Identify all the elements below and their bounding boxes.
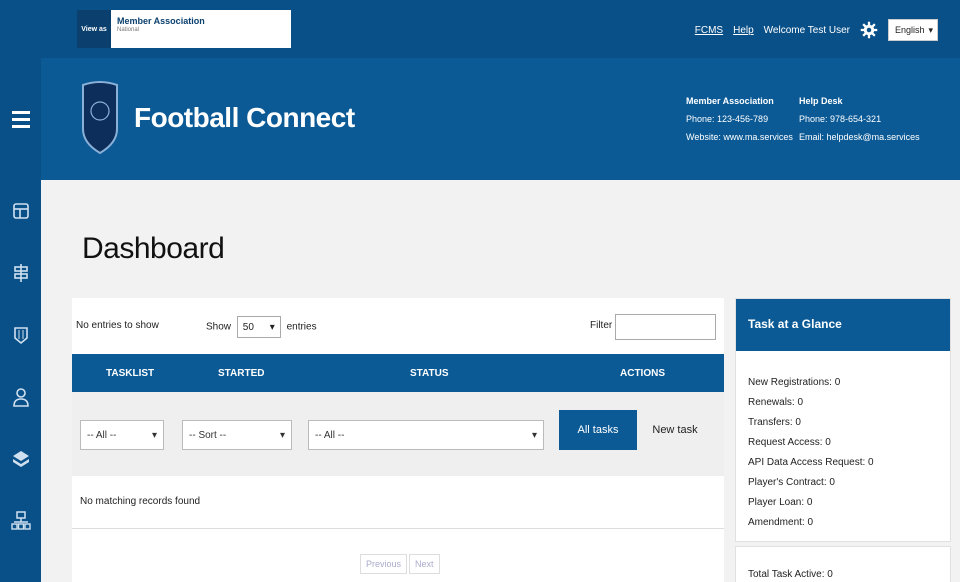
chevron-down-icon: ▾ — [269, 321, 275, 333]
helpdesk-email[interactable]: Email: helpdesk@ma.services — [799, 128, 920, 146]
total-task-active: Total Task Active: 0 — [748, 569, 833, 580]
chevron-down-icon: ▾ — [279, 429, 285, 441]
contact-member-association: Member Association Phone: 123-456-789 We… — [686, 92, 793, 146]
glance-item[interactable]: Renewals: 0 — [748, 393, 950, 413]
glance-item[interactable]: Request Access: 0 — [748, 433, 950, 453]
glance-item[interactable]: Transfers: 0 — [748, 413, 950, 433]
nav-item-signpost[interactable] — [0, 242, 41, 304]
contact-website[interactable]: Website: www.ma.services — [686, 128, 793, 146]
left-nav — [0, 58, 41, 582]
tasklist-filter-value: -- All -- — [87, 429, 117, 441]
org-chart-icon — [10, 511, 31, 530]
all-tasks-button[interactable]: All tasks — [559, 410, 637, 450]
brand-header: Football Connect Member Association Phon… — [41, 58, 960, 180]
chevron-down-icon: ▾ — [531, 429, 537, 441]
task-table-card: No entries to show Show 50 ▾ entries Fil… — [72, 298, 724, 582]
signpost-icon — [13, 264, 28, 282]
entries-label: entries — [286, 321, 317, 333]
glance-title: Task at a Glance — [736, 299, 950, 351]
brand-name[interactable]: Football Connect — [134, 102, 355, 134]
previous-page-button[interactable]: Previous — [360, 554, 408, 574]
new-task-button[interactable]: New task — [640, 410, 710, 450]
fcms-link[interactable]: FCMS — [695, 25, 723, 36]
contact-help-desk: Help Desk Phone: 978-654-321 Email: help… — [799, 92, 920, 146]
column-header-tasklist[interactable]: TASKLIST — [106, 368, 154, 379]
welcome-text: Welcome Test User — [763, 24, 850, 36]
help-link[interactable]: Help — [733, 25, 754, 36]
divider — [72, 528, 724, 529]
filter-label: Filter — [590, 320, 613, 331]
next-page-button[interactable]: Next — [409, 554, 440, 574]
filter-input[interactable] — [615, 314, 716, 340]
helpdesk-phone: Phone: 978-654-321 — [799, 114, 882, 124]
column-header-started[interactable]: STARTED — [218, 368, 264, 379]
dashboard-icon — [12, 203, 29, 219]
glance-item[interactable]: API Data Access Request: 0 — [748, 453, 950, 473]
glance-item[interactable]: Amendment: 0 — [748, 513, 950, 533]
pagination: Previous Next — [360, 554, 440, 574]
entries-per-page-value: 50 — [242, 321, 254, 333]
total-task-panel: Total Task Active: 0 — [735, 546, 951, 582]
glance-list: New Registrations: 0 Renewals: 0 Transfe… — [736, 351, 950, 533]
kit-icon — [13, 327, 28, 345]
started-sort-select[interactable]: -- Sort -- ▾ — [182, 420, 292, 450]
chevron-down-icon: ▾ — [928, 24, 933, 35]
shield-logo-icon[interactable] — [80, 79, 120, 155]
empty-table-message: No matching records found — [80, 496, 201, 507]
nav-item-org-chart[interactable] — [0, 490, 41, 552]
filter-row: -- All -- ▾ -- Sort -- ▾ -- All -- ▾ All… — [72, 392, 724, 476]
column-header-status[interactable]: STATUS — [410, 368, 449, 379]
glance-item[interactable]: Player Loan: 0 — [748, 493, 950, 513]
app-window: View as Member Association National FCMS… — [0, 0, 960, 582]
person-icon — [12, 388, 29, 407]
glance-item[interactable]: New Registrations: 0 — [748, 373, 950, 393]
task-at-a-glance-panel: Task at a Glance New Registrations: 0 Re… — [735, 298, 951, 542]
menu-icon — [11, 111, 30, 128]
table-header: TASKLIST STARTED STATUS ACTIONS — [72, 354, 724, 392]
nav-item-person[interactable] — [0, 366, 41, 428]
nav-item-dashboard[interactable] — [0, 180, 41, 242]
top-links: FCMS Help Welcome Test User English ▾ — [695, 16, 938, 44]
contact-phone: Phone: 123-456-789 — [686, 114, 769, 124]
member-association-name: Member Association — [117, 16, 205, 26]
view-as-label: View as — [77, 10, 111, 48]
status-filter-value: -- All -- — [315, 429, 345, 441]
cube-icon — [12, 451, 29, 467]
nav-item-kit[interactable] — [0, 304, 41, 366]
menu-button[interactable] — [0, 58, 41, 180]
view-as-text: Member Association National — [111, 10, 205, 48]
column-header-actions: ACTIONS — [620, 368, 665, 379]
contact-heading: Member Association — [686, 96, 774, 106]
gear-icon[interactable] — [860, 21, 878, 39]
top-bar: View as Member Association National FCMS… — [0, 0, 960, 58]
started-sort-value: -- Sort -- — [189, 429, 227, 441]
chevron-down-icon: ▾ — [151, 429, 157, 441]
language-value: English — [895, 25, 925, 35]
tasklist-filter-select[interactable]: -- All -- ▾ — [80, 420, 164, 450]
status-filter-select[interactable]: -- All -- ▾ — [308, 420, 544, 450]
glance-item[interactable]: Player's Contract: 0 — [748, 473, 950, 493]
view-as-selector[interactable]: View as Member Association National — [77, 10, 291, 48]
helpdesk-heading: Help Desk — [799, 96, 843, 106]
nav-item-cube[interactable] — [0, 428, 41, 490]
show-entries-control: Show 50 ▾ entries — [206, 316, 317, 338]
member-association-sub: National — [117, 27, 140, 33]
page-title: Dashboard — [82, 232, 225, 265]
entries-per-page-select[interactable]: 50 ▾ — [236, 316, 281, 338]
show-label: Show — [206, 321, 232, 333]
entries-info: No entries to show — [76, 320, 159, 331]
language-select[interactable]: English ▾ — [888, 19, 938, 41]
